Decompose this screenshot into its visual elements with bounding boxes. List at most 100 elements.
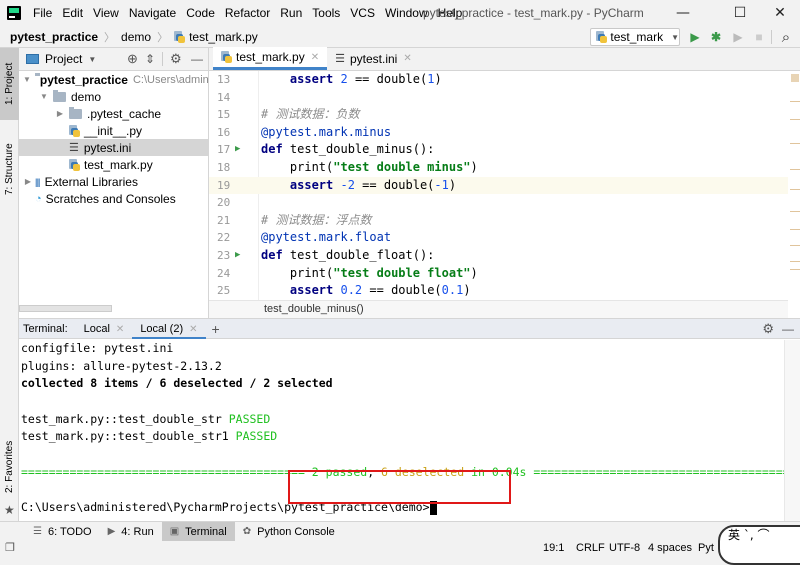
stripe-marker[interactable] bbox=[790, 189, 800, 190]
stripe-marker[interactable] bbox=[790, 211, 800, 212]
new-terminal-button[interactable]: + bbox=[206, 321, 220, 337]
python-file-icon bbox=[174, 30, 186, 43]
tool-window-todo[interactable]: ☰ 6: TODO bbox=[25, 522, 100, 542]
close-window-button[interactable]: ✕ bbox=[757, 0, 800, 26]
breadcrumb-folder[interactable]: demo bbox=[121, 30, 151, 44]
locate-icon[interactable]: ⊕ bbox=[127, 51, 138, 67]
tool-window-label: Terminal bbox=[185, 525, 227, 538]
tree-item[interactable]: __init__.py bbox=[19, 122, 208, 139]
line-separator[interactable]: CRLF bbox=[576, 541, 605, 556]
tool-tab-structure[interactable]: 7: Structure bbox=[0, 124, 19, 214]
menu-navigate[interactable]: Navigate bbox=[124, 0, 181, 26]
chevron-right-icon[interactable]: ▶ bbox=[55, 109, 65, 118]
stripe-marker[interactable] bbox=[790, 143, 800, 144]
stripe-marker[interactable] bbox=[790, 245, 800, 246]
tree-item[interactable]: ▶ ||| External Libraries bbox=[19, 173, 208, 190]
gear-icon[interactable]: ⚙ bbox=[170, 51, 182, 67]
chevron-right-icon[interactable]: ▶ bbox=[23, 177, 33, 186]
close-tab-icon[interactable]: ✕ bbox=[311, 52, 319, 63]
menu-vcs[interactable]: VCS bbox=[345, 0, 380, 26]
tree-item[interactable]: ▼ demo bbox=[19, 88, 208, 105]
tree-item[interactable]: ▼ pytest_practice C:\Users\adminis bbox=[19, 71, 217, 88]
stripe-marker[interactable] bbox=[790, 101, 800, 102]
folder-icon bbox=[69, 106, 82, 119]
code-area[interactable]: assert 2 == double(1) # 测试数据：负数 @pytest.ma… bbox=[259, 71, 788, 300]
line-number: 18 bbox=[209, 159, 259, 177]
close-tab-icon[interactable]: ✕ bbox=[116, 324, 124, 335]
tree-item[interactable]: ☰ pytest.ini bbox=[19, 139, 208, 156]
hide-panel-icon[interactable]: — bbox=[782, 322, 794, 336]
breadcrumb-project[interactable]: pytest_practice bbox=[10, 30, 98, 44]
file-encoding[interactable]: UTF-8 bbox=[609, 541, 640, 556]
menu-refactor[interactable]: Refactor bbox=[220, 0, 275, 26]
code-token: def bbox=[261, 142, 290, 157]
chevron-down-icon[interactable]: ▼ bbox=[23, 75, 31, 84]
stripe-marker[interactable] bbox=[790, 229, 800, 230]
tool-window-terminal[interactable]: ▣ Terminal bbox=[161, 521, 235, 542]
run-configuration-select[interactable]: test_mark ▼ bbox=[590, 28, 680, 46]
minimize-button[interactable]: — bbox=[660, 0, 706, 26]
code-token: ) bbox=[470, 159, 478, 174]
line-number: 21 bbox=[209, 212, 259, 230]
stripe-marker[interactable] bbox=[790, 269, 800, 270]
close-tab-icon[interactable]: ✕ bbox=[403, 53, 411, 64]
python-file-icon bbox=[221, 51, 232, 63]
tool-tab-structure-label: 7: Structure bbox=[4, 143, 15, 195]
tool-window-run[interactable]: ▶ 4: Run bbox=[100, 522, 162, 542]
tool-tab-project[interactable]: 1: Project bbox=[0, 48, 19, 120]
hide-panel-icon[interactable]: — bbox=[191, 52, 203, 66]
menu-run[interactable]: Run bbox=[275, 0, 307, 26]
close-tab-icon[interactable]: ✕ bbox=[189, 324, 197, 335]
stripe-marker[interactable] bbox=[790, 261, 800, 262]
tree-item-label: External Libraries bbox=[44, 174, 138, 189]
terminal-output[interactable]: configfile: pytest.ini plugins: allure-p… bbox=[19, 340, 800, 522]
tool-tab-favorites[interactable]: 2: Favorites bbox=[0, 433, 19, 501]
caret-position[interactable]: 19:1 bbox=[543, 541, 564, 556]
run-with-coverage-button[interactable]: ▶ bbox=[731, 30, 745, 44]
gear-icon[interactable]: ⚙ bbox=[762, 321, 774, 337]
terminal-tab-local-2[interactable]: Local (2) ✕ bbox=[132, 319, 206, 339]
code-token: == double( bbox=[347, 72, 428, 86]
coverage-icon: ▶ bbox=[733, 30, 743, 44]
error-stripe[interactable] bbox=[788, 71, 800, 300]
line-number: 13 bbox=[209, 71, 259, 89]
run-test-icon[interactable]: ▶ bbox=[235, 141, 240, 159]
tree-item[interactable]: test_mark.py bbox=[19, 156, 208, 173]
stripe-marker[interactable] bbox=[790, 119, 800, 120]
menu-edit[interactable]: Edit bbox=[57, 0, 88, 26]
debug-button[interactable]: ✱ bbox=[709, 30, 723, 44]
terminal-tab-local[interactable]: Local ✕ bbox=[76, 319, 133, 339]
chevron-down-icon[interactable]: ▼ bbox=[88, 55, 96, 64]
search-button[interactable]: ⌕ bbox=[779, 29, 793, 46]
editor-gutter: 13 14 15 16 17 ▶ 18 19 20 21 22 23 ▶ 24 25 bbox=[209, 71, 259, 300]
run-test-icon[interactable]: ▶ bbox=[235, 247, 240, 265]
chevron-down-icon[interactable]: ▼ bbox=[39, 92, 49, 101]
menu-tools[interactable]: Tools bbox=[307, 0, 345, 26]
code-token: 0.1 bbox=[441, 283, 464, 298]
line-number: 20 bbox=[209, 194, 259, 212]
menu-code[interactable]: Code bbox=[181, 0, 220, 26]
python-interpreter[interactable]: Pyt bbox=[698, 541, 714, 556]
editor-tab[interactable]: test_mark.py ✕ bbox=[213, 47, 328, 70]
play-icon: ▶ bbox=[690, 30, 700, 44]
breadcrumb-file[interactable]: test_mark.py bbox=[189, 30, 258, 44]
stripe-marker[interactable] bbox=[790, 169, 800, 170]
code-line: assert 2 == double(1) bbox=[259, 71, 788, 89]
scratches-icon: ◔ bbox=[35, 192, 42, 205]
run-button[interactable]: ▶ bbox=[688, 30, 702, 44]
line-number-text: 25 bbox=[217, 284, 231, 298]
collapse-all-icon[interactable]: ⇕ bbox=[145, 52, 155, 66]
tool-window-python-console[interactable]: ✿ Python Console bbox=[235, 522, 343, 542]
indent-setting[interactable]: 4 spaces bbox=[648, 541, 692, 556]
tree-item[interactable]: ▶ .pytest_cache bbox=[19, 105, 208, 122]
terminal-scrollbar[interactable] bbox=[784, 340, 800, 522]
code-breadcrumb[interactable]: test_double_minus() bbox=[209, 300, 788, 318]
tree-item[interactable]: ◔ Scratches and Consoles bbox=[19, 190, 208, 207]
stop-button[interactable]: ■ bbox=[752, 30, 766, 44]
horizontal-scrollbar[interactable] bbox=[19, 305, 112, 312]
project-view-select[interactable]: Project bbox=[45, 52, 82, 66]
menu-file[interactable]: File bbox=[28, 0, 57, 26]
editor-tab[interactable]: ☰ pytest.ini ✕ bbox=[327, 47, 420, 70]
toggle-tool-windows-icon[interactable]: ❐ bbox=[5, 541, 15, 556]
menu-view[interactable]: View bbox=[88, 0, 124, 26]
